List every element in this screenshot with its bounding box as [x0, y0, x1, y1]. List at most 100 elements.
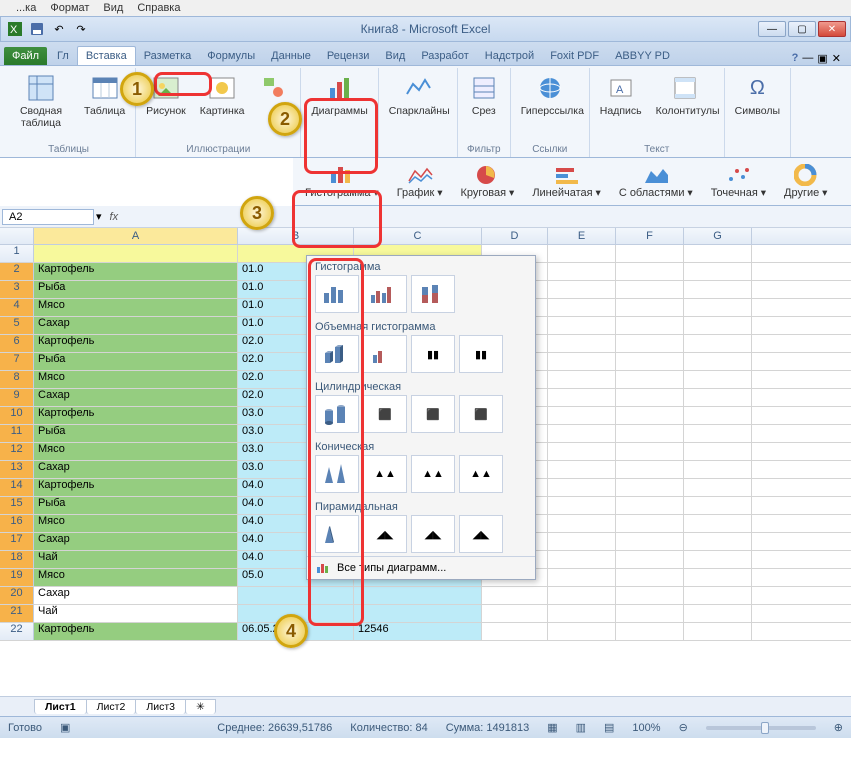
cell[interactable]: Мясо — [34, 443, 238, 460]
cell[interactable] — [616, 515, 684, 532]
col-header[interactable]: G — [684, 228, 752, 244]
pie-chart-button[interactable]: Круговая ▾ — [455, 162, 521, 201]
row-header[interactable]: 19 — [0, 569, 34, 586]
scatter-chart-button[interactable]: Точечная ▾ — [705, 162, 772, 201]
cell[interactable] — [616, 533, 684, 550]
tab-developer[interactable]: Разработ — [413, 47, 476, 65]
cell[interactable] — [684, 299, 752, 316]
cell[interactable] — [616, 299, 684, 316]
cell[interactable] — [548, 281, 616, 298]
sheet-tab[interactable]: Лист3 — [135, 699, 186, 714]
minimize-button[interactable]: — — [758, 21, 786, 37]
doc-restore-icon[interactable]: ▣ — [817, 52, 827, 65]
cell[interactable] — [684, 443, 752, 460]
tab-abbyy[interactable]: ABBYY PD — [607, 47, 678, 65]
row-header[interactable]: 22 — [0, 623, 34, 640]
cell[interactable]: Сахар — [34, 389, 238, 406]
cell[interactable] — [548, 407, 616, 424]
row-header[interactable]: 4 — [0, 299, 34, 316]
row-header[interactable]: 18 — [0, 551, 34, 568]
view-layout-icon[interactable]: ▥ — [576, 721, 586, 734]
cell[interactable] — [616, 407, 684, 424]
col-header[interactable]: E — [548, 228, 616, 244]
cell[interactable] — [616, 587, 684, 604]
cell[interactable]: Картофель — [34, 407, 238, 424]
menu-item[interactable]: Формат — [50, 2, 89, 14]
cell[interactable] — [616, 605, 684, 622]
cell[interactable]: Мясо — [34, 569, 238, 586]
row-header[interactable]: 1 — [0, 245, 34, 262]
zoom-out-icon[interactable]: ⊖ — [679, 721, 688, 734]
cell[interactable]: Сахар — [34, 461, 238, 478]
cell[interactable] — [616, 425, 684, 442]
line-chart-button[interactable]: График ▾ — [391, 162, 449, 201]
bar-chart-button[interactable]: Линейчатая ▾ — [526, 162, 607, 201]
cell[interactable] — [616, 551, 684, 568]
row-header[interactable]: 10 — [0, 407, 34, 424]
cell[interactable]: Чай — [34, 551, 238, 568]
cell[interactable] — [684, 623, 752, 640]
cell[interactable]: Сахар — [34, 533, 238, 550]
table-row[interactable]: 22 Картофель 06.05.2016 12546 — [0, 623, 851, 641]
chart-option[interactable]: ▮▮ — [411, 335, 455, 373]
cell[interactable]: Чай — [34, 605, 238, 622]
cell[interactable]: 12546 — [354, 623, 482, 640]
cell[interactable] — [616, 281, 684, 298]
row-header[interactable]: 20 — [0, 587, 34, 604]
histogram-button[interactable]: Гистограмма ▾ — [299, 162, 385, 201]
doc-minimize-icon[interactable]: — — [802, 52, 813, 65]
cell[interactable] — [548, 569, 616, 586]
chart-option[interactable] — [315, 455, 359, 493]
select-all-corner[interactable] — [0, 228, 34, 244]
cell[interactable] — [548, 533, 616, 550]
row-header[interactable]: 15 — [0, 497, 34, 514]
cell[interactable]: Картофель — [34, 623, 238, 640]
cell[interactable] — [548, 389, 616, 406]
chart-option[interactable]: ⬛ — [459, 395, 503, 433]
cell[interactable] — [616, 623, 684, 640]
table-row[interactable]: 20 Сахар — [0, 587, 851, 605]
cell[interactable] — [548, 425, 616, 442]
sparklines-button[interactable]: Спарклайны — [385, 70, 451, 120]
cell[interactable] — [616, 443, 684, 460]
help-icon[interactable]: ? — [792, 52, 799, 65]
slicer-button[interactable]: Срез — [464, 70, 504, 120]
sheet-tab[interactable]: Лист2 — [86, 699, 137, 714]
cell[interactable] — [548, 623, 616, 640]
tab-view[interactable]: Вид — [377, 47, 413, 65]
zoom-in-icon[interactable]: ⊕ — [834, 721, 843, 734]
cell[interactable] — [684, 281, 752, 298]
cell[interactable] — [684, 587, 752, 604]
cell[interactable] — [482, 587, 548, 604]
cell[interactable] — [482, 605, 548, 622]
name-box[interactable]: A2 — [2, 209, 94, 225]
cell[interactable] — [684, 389, 752, 406]
cell[interactable] — [616, 353, 684, 370]
cell[interactable] — [238, 587, 354, 604]
fx-icon[interactable]: fx — [102, 211, 127, 223]
charts-button[interactable]: Диаграммы — [307, 70, 371, 120]
tab-home[interactable]: Гл — [49, 47, 77, 65]
sheet-tab[interactable]: Лист1 — [34, 699, 87, 714]
row-header[interactable]: 3 — [0, 281, 34, 298]
cell[interactable] — [548, 245, 616, 262]
cell[interactable] — [684, 497, 752, 514]
cell[interactable] — [548, 497, 616, 514]
chart-option[interactable]: ⬛ — [363, 395, 407, 433]
chart-option[interactable]: ◢◣ — [411, 515, 455, 553]
cell[interactable] — [684, 245, 752, 262]
chart-option[interactable]: ◢◣ — [459, 515, 503, 553]
cell[interactable] — [548, 263, 616, 280]
row-header[interactable]: 16 — [0, 515, 34, 532]
chart-option[interactable] — [315, 395, 359, 433]
cell[interactable] — [616, 461, 684, 478]
cell[interactable] — [548, 299, 616, 316]
new-sheet-tab[interactable]: ✳ — [185, 699, 216, 714]
menu-item[interactable]: Вид — [103, 2, 123, 14]
cell[interactable] — [548, 479, 616, 496]
cell[interactable] — [354, 587, 482, 604]
symbols-button[interactable]: ΩСимволы — [731, 70, 784, 120]
cell[interactable]: Мясо — [34, 515, 238, 532]
shapes-button[interactable] — [254, 70, 294, 106]
chart-option[interactable] — [315, 335, 359, 373]
